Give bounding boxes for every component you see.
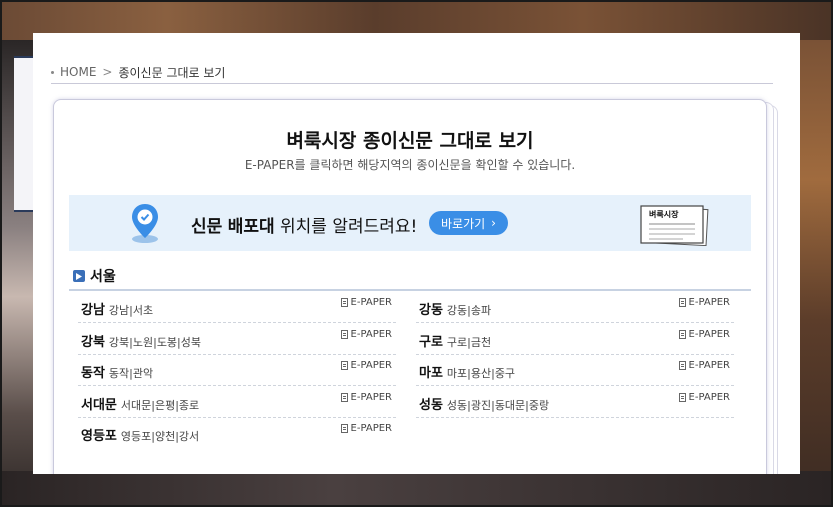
page-content: HOME > 종이신문 그대로 보기 벼룩시장 종이신문 그대로 보기 E-PA… [33, 33, 800, 474]
area-name: 서대문 서대문|은평|종로 [81, 398, 200, 413]
banner-bold-2: 배포대 [227, 217, 275, 237]
document-icon [340, 330, 348, 339]
list-item: 영등포 영등포|양천|강서 E-PAPER [78, 417, 396, 448]
epaper-card: 벼룩시장 종이신문 그대로 보기 E-PAPER를 클릭하면 해당지역의 종이신… [53, 99, 767, 474]
epaper-link[interactable]: E-PAPER [340, 392, 392, 403]
newspaper-icon: 벼룩시장 [640, 205, 709, 246]
list-item: 강남 강남|서초 E-PAPER [78, 291, 396, 323]
location-pin-icon [132, 204, 158, 243]
area-name: 구로 구로|금천 [419, 335, 492, 350]
area-name: 강북 강북|노원|도봉|성북 [81, 335, 201, 350]
area-name: 강동 강동|송파 [419, 303, 492, 318]
epaper-link[interactable]: E-PAPER [340, 297, 392, 308]
document-icon [678, 361, 686, 370]
epaper-link[interactable]: E-PAPER [340, 423, 392, 434]
area-districts: 마포|용산|중구 [446, 367, 516, 380]
area-name: 성동 성동|광진|동대문|중랑 [419, 398, 550, 413]
breadcrumb-current: 종이신문 그대로 보기 [118, 65, 226, 80]
bullet-icon [51, 70, 54, 74]
document-icon [340, 424, 348, 433]
area-districts: 성동|광진|동대문|중랑 [446, 399, 550, 412]
epaper-link[interactable]: E-PAPER [340, 329, 392, 340]
document-icon [678, 330, 686, 339]
page-subtitle: E-PAPER를 클릭하면 해당지역의 종이신문을 확인할 수 있습니다. [244, 158, 576, 172]
distribution-banner[interactable]: 신문 배포대 위치를 알려드려요! 바로가기 › 벼룩시장 [69, 195, 751, 251]
list-item: 서대문 서대문|은평|종로 E-PAPER [78, 386, 396, 418]
list-item: 성동 성동|광진|동대문|중랑 E-PAPER [416, 386, 734, 418]
area-districts: 서대문|은평|종로 [120, 399, 200, 412]
play-icon [73, 270, 85, 282]
newspaper-label: 벼룩시장 [649, 209, 679, 219]
go-button-label: 바로가기 [441, 216, 486, 231]
document-icon [678, 393, 686, 402]
list-item: 마포 마포|용산|중구 E-PAPER [416, 354, 734, 386]
list-item: 강북 강북|노원|도봉|성북 E-PAPER [78, 323, 396, 355]
epaper-link[interactable]: E-PAPER [678, 329, 730, 340]
divider [51, 83, 773, 84]
epaper-link[interactable]: E-PAPER [340, 360, 392, 371]
area-districts: 구로|금천 [446, 336, 492, 349]
go-button[interactable]: 바로가기 › [429, 211, 508, 235]
list-item: 구로 구로|금천 E-PAPER [416, 323, 734, 355]
area-districts: 동작|관악 [108, 367, 154, 380]
background-right [798, 40, 833, 507]
chevron-right-icon: › [491, 216, 496, 230]
epaper-link[interactable]: E-PAPER [678, 392, 730, 403]
document-icon [340, 361, 348, 370]
banner-text: 신문 배포대 위치를 알려드려요! [191, 212, 417, 237]
document-icon [340, 393, 348, 402]
epaper-link[interactable]: E-PAPER [678, 297, 730, 308]
document-icon [340, 298, 348, 307]
breadcrumb: HOME > 종이신문 그대로 보기 [51, 63, 225, 81]
background-bottom [0, 471, 833, 507]
area-districts: 강남|서초 [108, 304, 154, 317]
region-label: 서울 [90, 269, 116, 285]
area-districts: 강북|노원|도봉|성북 [108, 336, 201, 349]
area-name: 영등포 영등포|양천|강서 [81, 429, 200, 444]
region-header: 서울 [73, 266, 116, 286]
area-districts: 강동|송파 [446, 304, 492, 317]
area-name: 강남 강남|서초 [81, 303, 154, 318]
banner-rest: 위치를 알려드려요! [280, 217, 418, 237]
page-title: 벼룩시장 종이신문 그대로 보기 [286, 130, 534, 152]
banner-bold-1: 신문 [191, 217, 223, 237]
epaper-link[interactable]: E-PAPER [678, 360, 730, 371]
document-icon [678, 298, 686, 307]
list-item: 강동 강동|송파 E-PAPER [416, 291, 734, 323]
breadcrumb-separator: > [102, 65, 113, 79]
list-item: 동작 동작|관악 E-PAPER [78, 354, 396, 386]
breadcrumb-home[interactable]: HOME [60, 65, 96, 79]
area-name: 마포 마포|용산|중구 [419, 366, 516, 381]
area-districts: 영등포|양천|강서 [120, 430, 200, 443]
area-name: 동작 동작|관악 [81, 366, 154, 381]
